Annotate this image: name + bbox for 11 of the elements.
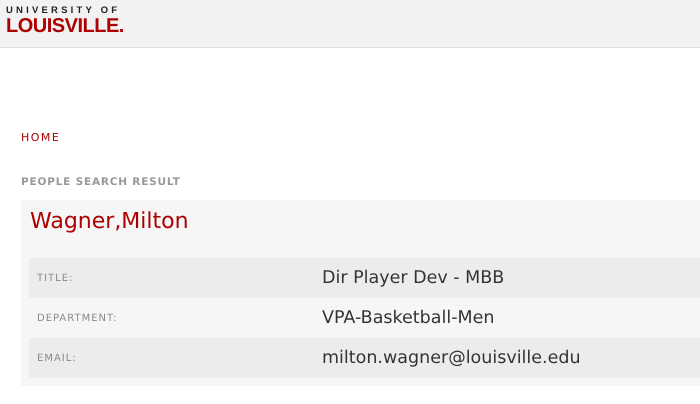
field-value: milton.wagner@louisville.edu [322, 348, 581, 368]
logo-text[interactable]: UNIVERSITY OF [6, 5, 120, 16]
logo-wordmark[interactable]: LOUISVILLE. [6, 16, 124, 36]
field-label: TITLE: [37, 272, 74, 284]
home-link[interactable]: HOME [21, 131, 60, 145]
field-label: DEPARTMENT: [37, 312, 118, 324]
person-name: Wagner,Milton [30, 208, 190, 236]
section-label: PEOPLE SEARCH RESULT [21, 175, 181, 189]
field-value: VPA-Basketball-Men [322, 308, 494, 328]
field-value: Dir Player Dev - MBB [322, 268, 504, 288]
field-label: EMAIL: [37, 352, 78, 364]
